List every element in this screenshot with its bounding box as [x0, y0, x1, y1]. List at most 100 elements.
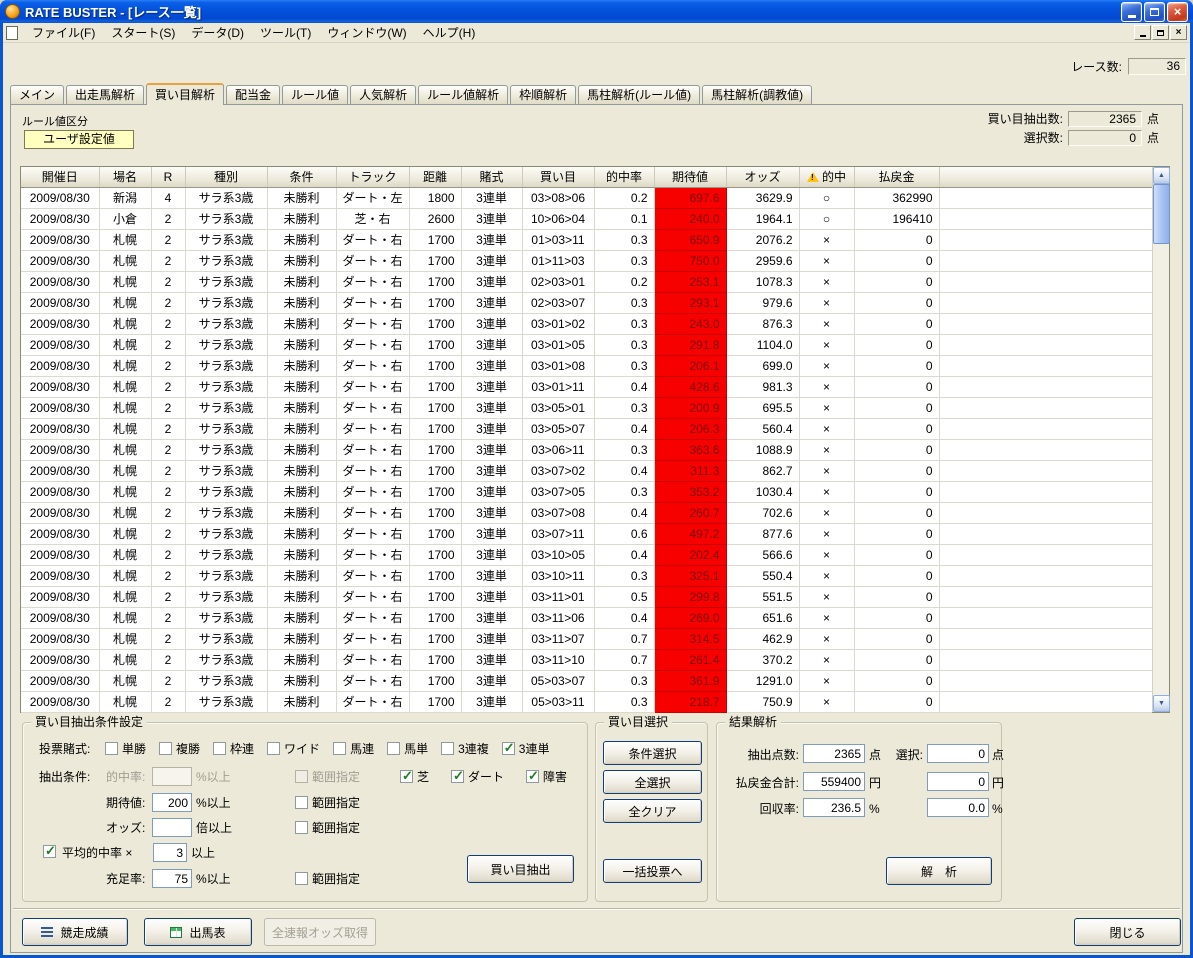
table-row[interactable]: 2009/08/30 札幌 2 サラ系3歳 未勝利 ダート・右 1700 3連単 03>10>0…	[21, 544, 1152, 566]
scrollbar-thumb[interactable]	[1153, 184, 1170, 244]
table-row[interactable]: 2009/08/30 札幌 2 サラ系3歳 未勝利 ダート・右 1700 3連単 03>10>1…	[21, 565, 1152, 587]
extracted-points-field[interactable]	[803, 744, 865, 763]
tab-9[interactable]: 馬柱解析(調教値)	[702, 85, 813, 104]
app-icon[interactable]	[5, 4, 20, 19]
surface-1-checkbox[interactable]	[451, 768, 465, 784]
table-row[interactable]: 2009/08/30 札幌 2 サラ系3歳 未勝利 ダート・右 1700 3連単 01>03>1…	[21, 229, 1152, 251]
col-header-place[interactable]: 場名	[99, 167, 152, 188]
tab-8[interactable]: 馬柱解析(ルール値)	[578, 85, 701, 104]
col-header-bet-type[interactable]: 賭式	[461, 167, 523, 188]
odds-range-checkbox[interactable]	[295, 821, 308, 834]
bet-type-3-checkbox[interactable]	[267, 742, 281, 755]
table-row[interactable]: 2009/08/30 札幌 2 サラ系3歳 未勝利 ダート・右 1700 3連単 02>03>0…	[21, 292, 1152, 314]
mdi-restore-button[interactable]	[1152, 25, 1169, 40]
table-row[interactable]: 2009/08/30 新潟 4 サラ系3歳 未勝利 ダート・左 1800 3連単 03>08>0…	[21, 187, 1152, 209]
user-setting-value-button[interactable]: ユーザ設定値	[24, 130, 134, 149]
bet-type-0-checkbox[interactable]	[105, 742, 118, 755]
table-row[interactable]: 2009/08/30 札幌 2 サラ系3歳 未勝利 ダート・右 1700 3連単 03>06>1…	[21, 439, 1152, 461]
tab-7[interactable]: 枠順解析	[510, 85, 577, 104]
recovery-rate-field[interactable]	[803, 798, 865, 817]
col-header-track[interactable]: トラック	[336, 167, 410, 188]
tab-1[interactable]: 出走馬解析	[66, 85, 145, 104]
menu-item-2[interactable]: データ(D)	[183, 22, 252, 43]
tab-2[interactable]: 買い目解析	[146, 83, 225, 105]
tab-3[interactable]: 配当金	[226, 85, 281, 104]
table-row[interactable]: 2009/08/30 札幌 2 サラ系3歳 未勝利 ダート・右 1700 3連単 02>03>0…	[21, 271, 1152, 293]
menu-item-1[interactable]: スタート(S)	[103, 22, 183, 43]
table-row[interactable]: 2009/08/30 札幌 2 サラ系3歳 未勝利 ダート・右 1700 3連単 05>03>0…	[21, 670, 1152, 692]
scroll-down-button[interactable]: ▼	[1153, 695, 1170, 712]
col-header-payout[interactable]: 払戻金	[854, 167, 940, 188]
col-header-pick[interactable]: 買い目	[522, 167, 595, 188]
recovery-selected-field[interactable]	[927, 798, 989, 817]
col-header-odds[interactable]: オッズ	[726, 167, 800, 188]
table-row[interactable]: 2009/08/30 札幌 2 サラ系3歳 未勝利 ダート・右 1700 3連単 03>11>0…	[21, 628, 1152, 650]
sufficiency-input[interactable]	[152, 869, 192, 888]
payout-total-field[interactable]	[803, 772, 865, 791]
surface-0-checkbox[interactable]	[400, 768, 413, 784]
col-header-hit-rate[interactable]: 的中率	[594, 167, 655, 188]
table-row[interactable]: 2009/08/30 札幌 2 サラ系3歳 未勝利 ダート・右 1700 3連単 03>07>0…	[21, 502, 1152, 524]
minimize-button[interactable]	[1121, 1, 1142, 22]
table-row[interactable]: 2009/08/30 札幌 2 サラ系3歳 未勝利 ダート・右 1700 3連単 03>01>0…	[21, 334, 1152, 356]
hit-rate-range-checkbox[interactable]	[295, 770, 308, 783]
avg-hit-rate-input[interactable]	[153, 843, 187, 862]
menu-item-0[interactable]: ファイル(F)	[24, 22, 103, 43]
expected-input[interactable]	[152, 793, 192, 812]
col-header-condition[interactable]: 条件	[267, 167, 337, 188]
table-row[interactable]: 2009/08/30 札幌 2 サラ系3歳 未勝利 ダート・右 1700 3連単 03>11>0…	[21, 586, 1152, 608]
analyze-button[interactable]: 解 析	[886, 857, 992, 885]
col-header-hit[interactable]: 的中	[799, 167, 855, 188]
tab-0[interactable]: メイン	[10, 85, 65, 104]
table-row[interactable]: 2009/08/30 札幌 2 サラ系3歳 未勝利 ダート・右 1700 3連単 03>07>0…	[21, 460, 1152, 482]
col-header-expected[interactable]: 期待値	[654, 167, 727, 188]
tab-5[interactable]: 人気解析	[350, 85, 417, 104]
scroll-up-button[interactable]: ▲	[1153, 167, 1170, 184]
bet-type-5-checkbox[interactable]	[387, 742, 401, 755]
bet-type-6-checkbox[interactable]	[441, 742, 455, 755]
payout-selected-field[interactable]	[927, 772, 989, 791]
menu-item-5[interactable]: ヘルプ(H)	[415, 22, 484, 43]
bet-type-7-checkbox[interactable]	[501, 740, 515, 756]
bet-type-1-checkbox[interactable]	[159, 742, 173, 755]
bet-type-4-checkbox[interactable]	[333, 742, 347, 755]
mdi-close-button[interactable]: ×	[1170, 25, 1187, 40]
table-row[interactable]: 2009/08/30 札幌 2 サラ系3歳 未勝利 ダート・右 1700 3連単 03>07>1…	[21, 523, 1152, 545]
tab-6[interactable]: ルール値解析	[418, 85, 509, 104]
col-header-date[interactable]: 開催日	[21, 167, 100, 188]
surface-2-checkbox[interactable]	[526, 768, 540, 784]
table-row[interactable]: 2009/08/30 札幌 2 サラ系3歳 未勝利 ダート・右 1700 3連単 03>01>0…	[21, 355, 1152, 377]
expected-range-checkbox[interactable]	[295, 796, 308, 809]
col-header-race-no[interactable]: R	[151, 167, 186, 188]
batch-vote-button[interactable]: 一括投票へ	[603, 859, 702, 883]
mdi-minimize-button[interactable]	[1134, 25, 1151, 40]
condition-select-button[interactable]: 条件選択	[603, 741, 702, 765]
mdi-document-icon[interactable]	[6, 25, 18, 40]
col-header-class[interactable]: 種別	[185, 167, 268, 188]
odds-input[interactable]	[152, 818, 192, 837]
table-row[interactable]: 2009/08/30 札幌 2 サラ系3歳 未勝利 ダート・右 1700 3連単 03>07>0…	[21, 481, 1152, 503]
table-row[interactable]: 2009/08/30 小倉 2 サラ系3歳 未勝利 芝・右 2600 3連単 10>06>04 0…	[21, 208, 1152, 230]
col-header-distance[interactable]: 距離	[409, 167, 462, 188]
table-row[interactable]: 2009/08/30 札幌 2 サラ系3歳 未勝利 ダート・右 1700 3連単 03>01>0…	[21, 313, 1152, 335]
table-row[interactable]: 2009/08/30 札幌 2 サラ系3歳 未勝利 ダート・右 1700 3連単 05>03>1…	[21, 691, 1152, 713]
table-row[interactable]: 2009/08/30 札幌 2 サラ系3歳 未勝利 ダート・右 1700 3連単 03>01>1…	[21, 376, 1152, 398]
hit-rate-input[interactable]	[152, 767, 192, 786]
extract-picks-button[interactable]: 買い目抽出	[467, 855, 574, 883]
tab-4[interactable]: ルール値	[282, 85, 349, 104]
table-row[interactable]: 2009/08/30 札幌 2 サラ系3歳 未勝利 ダート・右 1700 3連単 03>05>0…	[21, 397, 1152, 419]
clear-all-button[interactable]: 全クリア	[603, 799, 702, 823]
sufficiency-range-checkbox[interactable]	[295, 872, 308, 885]
table-row[interactable]: 2009/08/30 札幌 2 サラ系3歳 未勝利 ダート・右 1700 3連単 03>11>0…	[21, 607, 1152, 629]
select-all-button[interactable]: 全選択	[603, 770, 702, 794]
avg-hit-rate-checkbox[interactable]	[43, 843, 56, 859]
menu-item-3[interactable]: ツール(T)	[252, 22, 319, 43]
vertical-scrollbar[interactable]: ▲ ▼	[1152, 167, 1170, 712]
table-row[interactable]: 2009/08/30 札幌 2 サラ系3歳 未勝利 ダート・右 1700 3連単 03>05>0…	[21, 418, 1152, 440]
menu-item-4[interactable]: ウィンドウ(W)	[319, 22, 414, 43]
selected-points-field[interactable]	[927, 744, 989, 763]
restore-button[interactable]	[1144, 1, 1165, 22]
table-row[interactable]: 2009/08/30 札幌 2 サラ系3歳 未勝利 ダート・右 1700 3連単 01>11>0…	[21, 250, 1152, 272]
table-row[interactable]: 2009/08/30 札幌 2 サラ系3歳 未勝利 ダート・右 1700 3連単 03>11>1…	[21, 649, 1152, 671]
close-button[interactable]: ×	[1167, 1, 1188, 22]
